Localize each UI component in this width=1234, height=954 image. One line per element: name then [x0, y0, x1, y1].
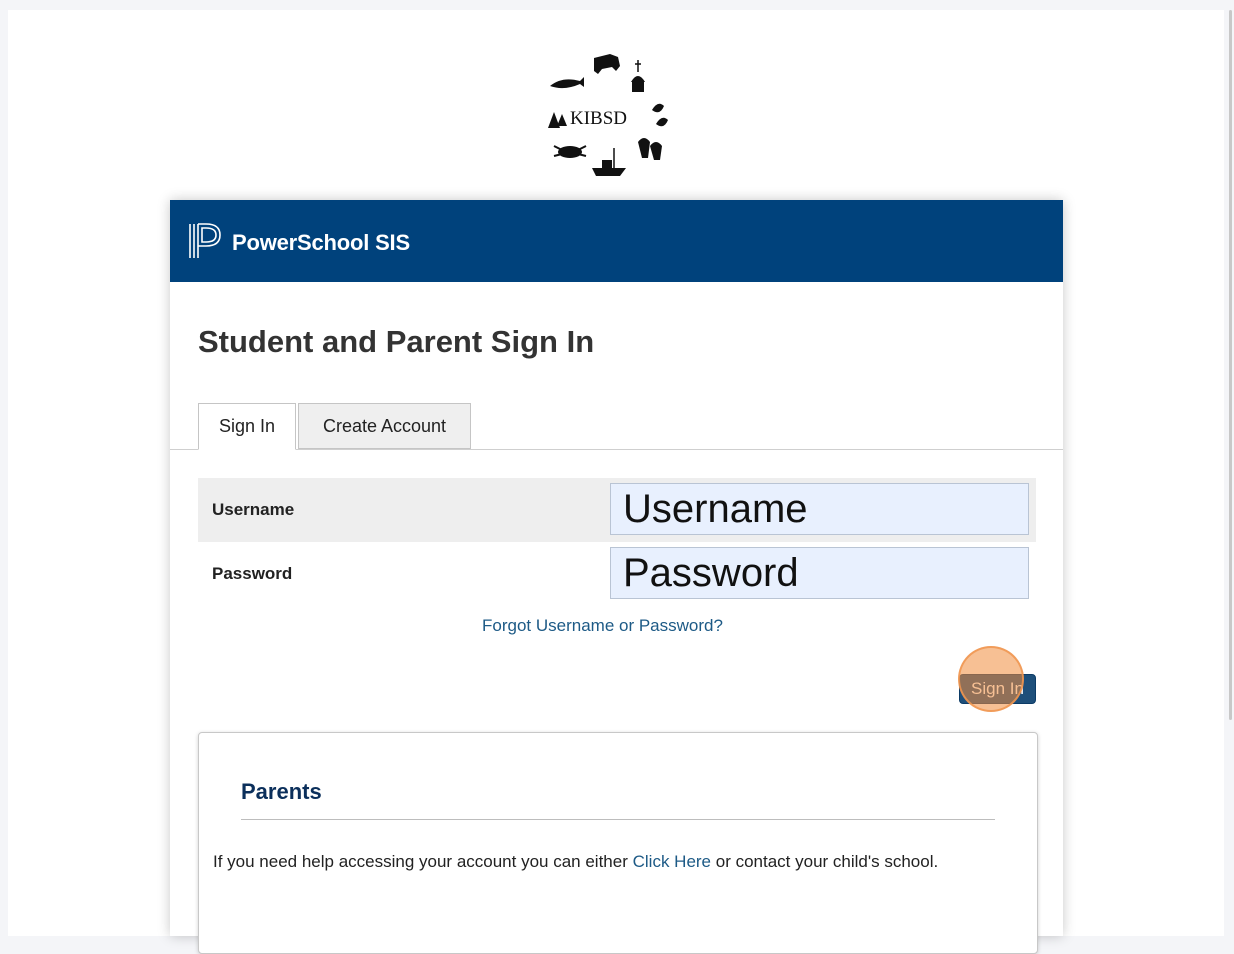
district-seal-icon: KIBSD: [548, 54, 668, 176]
parents-help-text: If you need help accessing your account …: [213, 849, 1013, 875]
parents-heading: Parents: [241, 779, 322, 804]
header-banner: PowerSchool SIS: [170, 200, 1063, 282]
help-text-start: If you need help accessing your account …: [213, 852, 633, 871]
parents-panel: Parents If you need help accessing your …: [198, 732, 1038, 954]
sign-in-button[interactable]: Sign In: [959, 674, 1036, 704]
scrollbar-thumb[interactable]: [1229, 10, 1232, 720]
password-row: Password: [198, 542, 1036, 606]
tab-divider: [170, 449, 1063, 450]
username-row: Username: [198, 478, 1036, 542]
tab-create-account[interactable]: Create Account: [298, 403, 471, 449]
tab-sign-in[interactable]: Sign In: [198, 403, 296, 450]
help-text-end: or contact your child's school.: [711, 852, 939, 871]
password-label: Password: [212, 564, 293, 583]
password-input[interactable]: [610, 547, 1029, 599]
forgot-credentials-link[interactable]: Forgot Username or Password?: [482, 616, 723, 636]
district-logo: KIBSD: [540, 44, 676, 180]
parents-divider: [241, 819, 995, 820]
username-input[interactable]: [610, 483, 1029, 535]
powerschool-logo-icon: [189, 223, 221, 258]
sign-in-card: PowerSchool SIS Student and Parent Sign …: [170, 200, 1063, 954]
username-label: Username: [212, 500, 295, 519]
logo-text: KIBSD: [570, 108, 627, 129]
click-here-link[interactable]: Click Here: [633, 852, 711, 871]
app-title: PowerSchool SIS: [232, 230, 410, 255]
page-title: Student and Parent Sign In: [198, 324, 595, 359]
